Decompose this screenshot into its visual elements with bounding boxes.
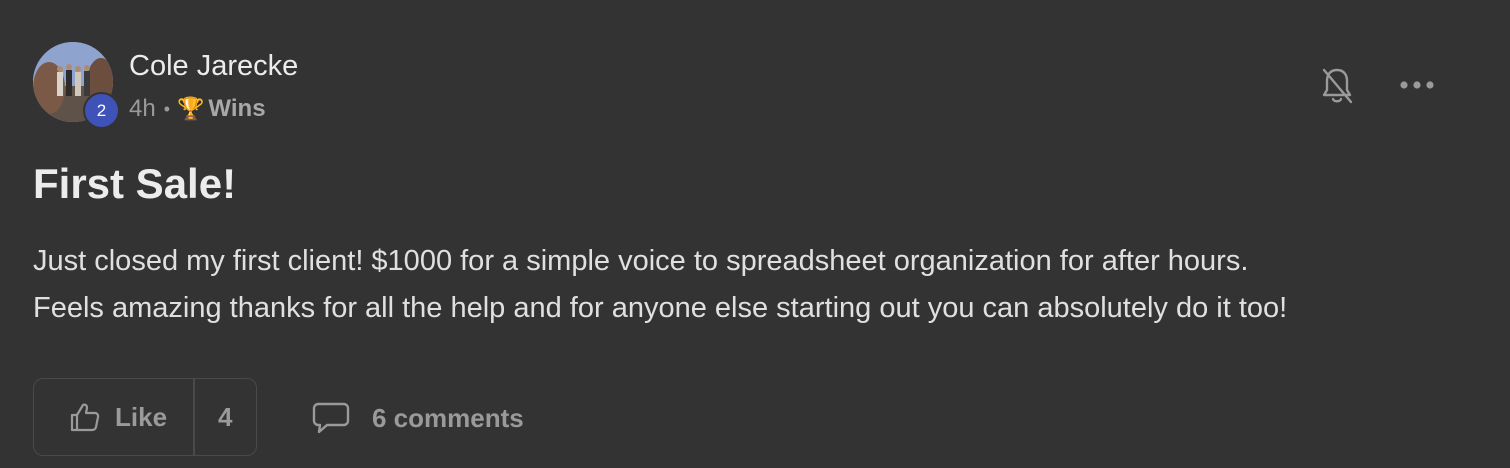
post-title[interactable]: First Sale!	[33, 158, 236, 210]
notifications-toggle-button[interactable]	[1318, 64, 1356, 108]
more-horizontal-icon	[1400, 81, 1434, 89]
like-count[interactable]: 4	[195, 402, 256, 433]
comments-button[interactable]: 6 comments	[312, 398, 524, 438]
author-name[interactable]: Cole Jarecke	[129, 48, 298, 84]
post-meta: 4h • 🏆 Wins	[129, 93, 266, 125]
trophy-icon: 🏆	[177, 96, 205, 121]
post-body-line: Feels amazing thanks for all the help an…	[33, 292, 1288, 324]
post-body[interactable]: Just closed my first client! $1000 for a…	[33, 238, 1473, 332]
comment-bubble-icon	[312, 402, 350, 434]
more-options-button[interactable]	[1395, 70, 1439, 100]
post-card: 2 Cole Jarecke 4h • 🏆 Wins First Sale! J…	[0, 0, 1510, 468]
meta-separator: •	[163, 99, 171, 119]
post-body-line: Just closed my first client! $1000 for a…	[33, 245, 1249, 277]
like-label: Like	[115, 401, 168, 432]
thumbs-up-icon	[70, 403, 100, 432]
level-badge: 2	[83, 92, 120, 129]
bell-off-icon	[1322, 68, 1353, 104]
comments-label: 6 comments	[372, 402, 524, 433]
like-group: Like 4	[33, 378, 257, 456]
author-avatar-wrapper[interactable]: 2	[33, 42, 120, 129]
category-link[interactable]: Wins	[208, 93, 265, 125]
like-button[interactable]: Like	[34, 379, 193, 455]
post-time[interactable]: 4h	[129, 93, 156, 125]
